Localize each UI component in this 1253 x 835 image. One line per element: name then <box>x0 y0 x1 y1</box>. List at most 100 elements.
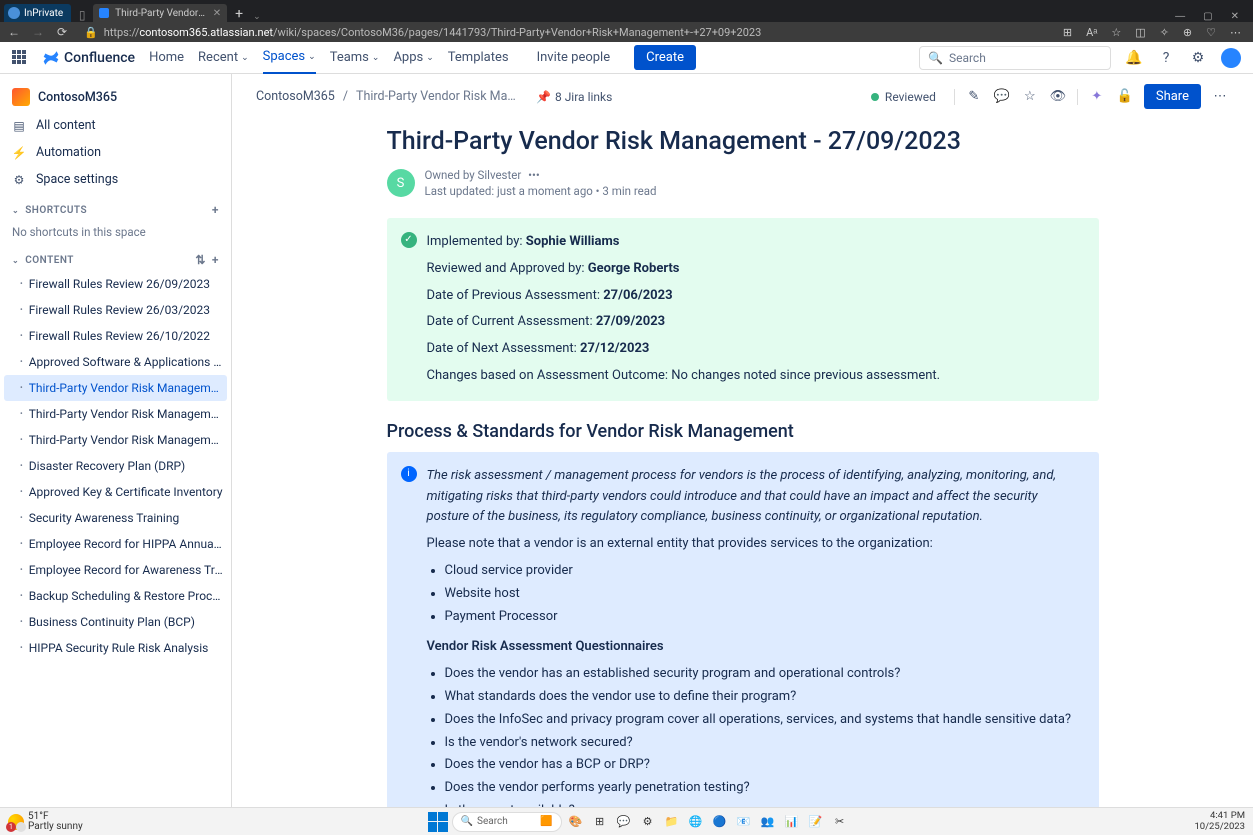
inprivate-badge[interactable]: InPrivate <box>4 4 71 22</box>
address-bar-actions: ⊞ Aᵃ ☆ ◫ ✧ ⊕ ♡ ⋯ <box>1063 26 1245 39</box>
jira-links[interactable]: 📌 8 Jira links <box>536 90 612 104</box>
search-input[interactable]: 🔍 Search <box>919 46 1111 70</box>
split-icon[interactable]: ◫ <box>1135 26 1145 39</box>
breadcrumb-page[interactable]: Third-Party Vendor Risk Management - 27/… <box>356 89 516 104</box>
user-avatar[interactable] <box>1221 48 1241 68</box>
tree-label: Firewall Rules Review 26/03/2023 <box>29 301 210 319</box>
start-button[interactable] <box>428 812 448 832</box>
tree-item[interactable]: •Third-Party Vendor Risk Management - 27… <box>0 427 231 453</box>
taskbar-chat-icon[interactable]: 💬 <box>614 812 634 832</box>
tree-item[interactable]: •Firewall Rules Review 26/09/2023 <box>0 271 231 297</box>
taskbar-app-icon[interactable]: 📊 <box>782 812 802 832</box>
tree-item[interactable]: •Disaster Recovery Plan (DRP) <box>0 453 231 479</box>
add-shortcut-icon[interactable]: + <box>212 203 219 217</box>
minimize-icon[interactable]: — <box>1175 11 1185 22</box>
restrictions-icon[interactable]: 🔓 <box>1116 88 1134 106</box>
browser-tab[interactable]: Third-Party Vendor Risk Manage ✕ <box>93 4 227 22</box>
divider <box>954 89 955 105</box>
byline-more-icon[interactable]: ••• <box>524 168 544 182</box>
nav-spaces[interactable]: Spaces⌄ <box>263 42 316 74</box>
confluence-logo[interactable]: Confluence <box>42 49 135 67</box>
read-aloud-icon[interactable]: Aᵃ <box>1086 26 1097 39</box>
tree-item[interactable]: •HIPPA Security Rule Risk Analysis <box>0 635 231 661</box>
favorite-icon[interactable]: ☆ <box>1111 26 1121 39</box>
tree-item[interactable]: •Firewall Rules Review 26/03/2023 <box>0 297 231 323</box>
notifications-icon[interactable]: 🔔 <box>1125 49 1143 67</box>
taskbar-search[interactable]: 🔍 Search 🟧 <box>452 812 562 832</box>
owned-by[interactable]: Owned by Silvester <box>425 168 522 182</box>
tree-item[interactable]: •Firewall Rules Review 26/10/2022 <box>0 323 231 349</box>
tree-item[interactable]: •Business Continuity Plan (BCP) <box>0 609 231 635</box>
nav-recent[interactable]: Recent⌄ <box>198 50 249 65</box>
maximize-icon[interactable]: ▢ <box>1203 11 1212 22</box>
star-icon[interactable]: ☆ <box>1021 88 1039 106</box>
nav-teams[interactable]: Teams⌄ <box>330 50 380 65</box>
space-header[interactable]: ContosoM365 <box>0 82 231 112</box>
app-switcher-icon[interactable] <box>12 50 28 66</box>
nav-apps[interactable]: Apps⌄ <box>393 50 433 65</box>
watch-icon[interactable]: 👁 <box>1049 88 1067 106</box>
content-section[interactable]: ⌄ CONTENT ⇅ + <box>0 243 231 271</box>
refresh-icon[interactable]: ⟳ <box>56 25 68 39</box>
sidebar-space-settings[interactable]: ⚙ Space settings <box>0 166 231 193</box>
more-icon[interactable]: ⋯ <box>1230 26 1241 39</box>
nav-home[interactable]: Home <box>149 50 184 65</box>
share-button[interactable]: Share <box>1144 84 1201 109</box>
gear-icon: ⚙ <box>12 173 26 187</box>
settings-icon[interactable]: ⚙ <box>1189 49 1207 67</box>
url-input[interactable]: 🔒 https://contosom365.atlassian.net/wiki… <box>80 26 1051 39</box>
invite-people-button[interactable]: Invite people <box>527 46 621 69</box>
taskbar-edge-icon[interactable]: 🌐 <box>686 812 706 832</box>
tree-item[interactable]: •Security Awareness Training <box>0 505 231 531</box>
taskbar-word-icon[interactable]: 📝 <box>806 812 826 832</box>
taskbar-chrome-icon[interactable]: 🔵 <box>710 812 730 832</box>
author-avatar[interactable]: S <box>387 169 415 197</box>
taskbar-explorer-icon[interactable]: 📁 <box>662 812 682 832</box>
nav-templates[interactable]: Templates <box>448 50 509 65</box>
back-icon[interactable]: ← <box>8 25 20 39</box>
extensions-icon[interactable]: ⊕ <box>1183 26 1192 39</box>
page-status-badge[interactable]: Reviewed <box>863 87 944 107</box>
more-actions-icon[interactable]: ⋯ <box>1211 88 1229 106</box>
tree-item[interactable]: •Third-Party Vendor Risk Management - 27… <box>0 401 231 427</box>
collections-icon[interactable]: ✧ <box>1160 26 1169 39</box>
taskbar-copilot-icon[interactable]: 🎨 <box>566 812 586 832</box>
list-item: Payment Processor <box>445 607 1083 628</box>
taskbar-center: 🔍 Search 🟧 🎨 ⊞ 💬 ⚙ 📁 🌐 🔵 📧 👥 📊 📝 ✂ <box>83 812 1195 832</box>
filter-icon[interactable]: ⇅ <box>195 253 206 267</box>
tree-item[interactable]: •Approved Key & Certificate Inventory <box>0 479 231 505</box>
taskbar-teams-icon[interactable]: 👥 <box>758 812 778 832</box>
new-tab-button[interactable]: + <box>229 6 249 22</box>
page-actions: Reviewed ✎ 💬 ☆ 👁 ✦ 🔓 Share ⋯ <box>863 84 1229 109</box>
tree-item[interactable]: •Third-Party Vendor Risk Management - 27… <box>4 375 227 401</box>
app-icon[interactable]: ⊞ <box>1063 26 1072 39</box>
taskbar-taskview-icon[interactable]: ⊞ <box>590 812 610 832</box>
browser-essentials-icon[interactable]: ♡ <box>1206 26 1216 39</box>
page-main: Third-Party Vendor Risk Management - 27/… <box>363 119 1123 807</box>
tree-label: Backup Scheduling & Restore Procedure <box>29 587 223 605</box>
taskbar-outlook-icon[interactable]: 📧 <box>734 812 754 832</box>
tree-item[interactable]: •Approved Software & Applications List <box>0 349 231 375</box>
taskbar-settings-icon[interactable]: ⚙ <box>638 812 658 832</box>
add-page-icon[interactable]: + <box>212 253 219 267</box>
breadcrumb-space[interactable]: ContosoM365 <box>256 89 335 104</box>
taskbar-clock[interactable]: 4:41 PM 10/25/2023 <box>1194 811 1245 832</box>
edit-icon[interactable]: ✎ <box>965 88 983 106</box>
shortcuts-section[interactable]: ⌄ SHORTCUTS + <box>0 193 231 221</box>
tree-label: Employee Record for Awareness Training <box>29 561 223 579</box>
help-icon[interactable]: ? <box>1157 49 1175 67</box>
sidebar-all-content[interactable]: ▤ All content <box>0 112 231 139</box>
tab-close-icon[interactable]: ✕ <box>213 8 221 19</box>
tree-item[interactable]: •Employee Record for Awareness Training <box>0 557 231 583</box>
tree-item[interactable]: •Employee Record for HIPPA Annual Traini… <box>0 531 231 557</box>
ai-icon[interactable]: ✦ <box>1088 88 1106 106</box>
close-window-icon[interactable]: ✕ <box>1231 11 1239 22</box>
comments-icon[interactable]: 💬 <box>993 88 1011 106</box>
tree-item[interactable]: •Backup Scheduling & Restore Procedure <box>0 583 231 609</box>
sidebar-automation[interactable]: ⚡ Automation <box>0 139 231 166</box>
tab-overflow-icon[interactable]: ⌄ <box>251 12 263 22</box>
list-item: Does the vendor has an established secur… <box>445 664 1083 685</box>
weather-widget[interactable]: 1 51°F Partly sunny <box>8 812 83 832</box>
taskbar-snip-icon[interactable]: ✂ <box>830 812 850 832</box>
create-button[interactable]: Create <box>634 45 696 70</box>
